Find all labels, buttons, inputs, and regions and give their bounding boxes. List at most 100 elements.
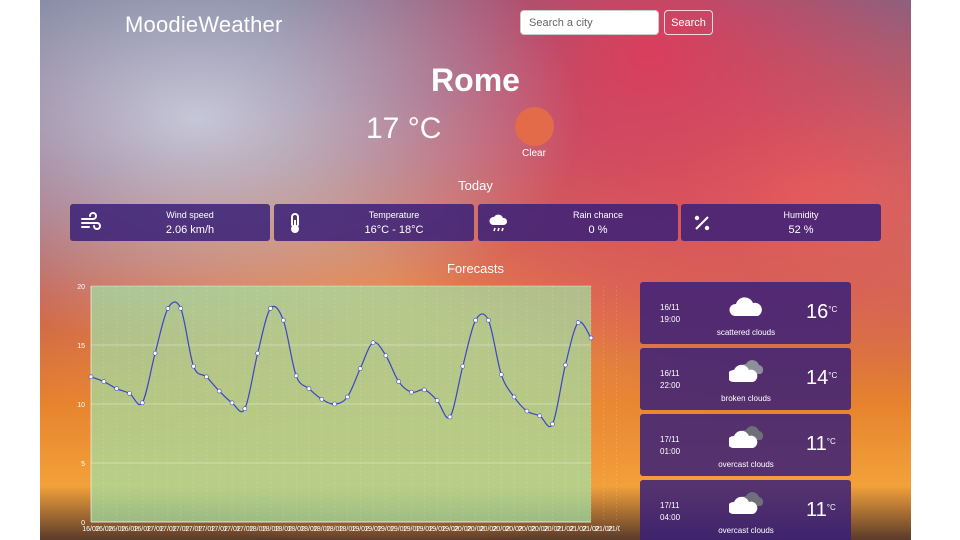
- data-point: [498, 372, 504, 377]
- forecast-temp-value: 11: [806, 499, 827, 521]
- data-point: [370, 340, 376, 345]
- forecast-temp-value: 11: [806, 433, 827, 455]
- data-point: [127, 391, 132, 396]
- forecast-datetime: 16/11 19:00: [660, 302, 680, 326]
- forecast-description: scattered clouds: [716, 328, 776, 337]
- forecast-card: 16/11 19:00 scattered clouds 16°C: [640, 282, 851, 344]
- forecast-temp-value: 14: [806, 367, 829, 389]
- data-point: [396, 379, 401, 384]
- forecast-card: 17/11 01:00 overcast clouds 11°C: [640, 414, 851, 476]
- stat-value: 16°C - 18°C: [364, 224, 424, 236]
- search-button[interactable]: Search: [664, 10, 713, 35]
- data-point: [255, 350, 260, 356]
- current-temperature: 17 °C: [366, 112, 442, 145]
- data-point: [178, 306, 184, 311]
- forecast-date: 16/11: [660, 303, 680, 312]
- stat-value: 52 %: [788, 224, 814, 236]
- forecast-time: 01:00: [660, 447, 681, 456]
- forecast-temp-unit: °C: [828, 371, 838, 380]
- thermometer-icon: [291, 213, 299, 233]
- data-point: [460, 363, 466, 369]
- app-window: MoodieWeather Search Rome 17 °C Clear To…: [40, 0, 911, 540]
- city-name: Rome: [431, 62, 520, 98]
- data-point: [511, 394, 517, 400]
- data-point: [434, 398, 440, 403]
- forecast-date: 17/11: [660, 435, 680, 444]
- data-point: [588, 335, 594, 341]
- wind-icon: [81, 212, 101, 230]
- forecast-temperature: 11°C: [806, 499, 836, 522]
- stat-humidity: Humidity 52 %: [681, 204, 881, 241]
- y-tick-label: 20: [77, 284, 85, 291]
- data-point: [293, 373, 299, 378]
- data-point: [447, 414, 453, 420]
- cloud-icon: [729, 297, 762, 316]
- forecast-datetime: 16/11 22:00: [660, 368, 680, 392]
- data-point: [268, 306, 273, 311]
- overcast-clouds-icon: [729, 492, 764, 514]
- data-point: [383, 353, 389, 358]
- stat-rain-chance: Rain chance 0 %: [478, 204, 678, 241]
- broken-clouds-icon: [729, 360, 764, 382]
- forecast-temperature: 16°C: [806, 301, 837, 324]
- temperature-chart: 0510152016/0216/0216/0216/0216/0217/0217…: [77, 284, 620, 533]
- forecast-datetime: 17/11 04:00: [660, 500, 680, 524]
- data-point: [409, 389, 414, 395]
- forecast-description: broken clouds: [721, 394, 771, 403]
- data-point: [152, 350, 158, 356]
- forecast-card: 17/11 04:00 overcast clouds 11°C: [640, 480, 851, 540]
- forecast-temp-unit: °C: [826, 437, 836, 446]
- data-point: [88, 374, 94, 380]
- x-tick-label: 21/02: [608, 526, 620, 533]
- forecast-temperature: 14°C: [806, 367, 837, 390]
- forecast-date: 17/11: [660, 501, 680, 510]
- data-point: [357, 366, 363, 371]
- sun-icon: [515, 107, 554, 146]
- stat-label: Temperature: [368, 210, 420, 220]
- data-point: [101, 379, 107, 384]
- forecast-description: overcast clouds: [718, 526, 774, 535]
- search-input[interactable]: [520, 10, 659, 35]
- stat-wind-speed: Wind speed 2.06 km/h: [70, 204, 270, 241]
- rain-cloud-icon: [489, 214, 508, 232]
- stat-label: Humidity: [783, 210, 819, 220]
- data-point: [114, 386, 119, 391]
- data-point: [319, 396, 325, 402]
- data-point: [216, 388, 222, 394]
- condition-label: Clear: [522, 148, 546, 159]
- data-point: [345, 394, 350, 400]
- forecast-time: 04:00: [660, 513, 681, 522]
- data-point: [473, 317, 478, 323]
- y-tick-label: 5: [81, 461, 85, 468]
- data-point: [550, 421, 555, 427]
- data-point: [486, 317, 491, 323]
- data-point: [563, 362, 568, 368]
- data-point: [422, 387, 427, 393]
- forecast-temperature: 11°C: [806, 433, 836, 456]
- data-point: [229, 400, 235, 406]
- data-point: [165, 306, 171, 311]
- forecast-datetime: 17/11 01:00: [660, 434, 680, 458]
- forecast-time: 22:00: [660, 381, 681, 390]
- data-point: [306, 386, 312, 391]
- stat-value: 2.06 km/h: [165, 224, 215, 236]
- data-point: [191, 363, 196, 369]
- forecast-time: 19:00: [660, 315, 681, 324]
- data-point: [139, 400, 145, 406]
- data-point: [204, 374, 209, 380]
- forecast-card: 16/11 22:00 broken clouds 14°C: [640, 348, 851, 410]
- today-title: Today: [458, 178, 493, 193]
- data-point: [281, 317, 286, 323]
- y-tick-label: 10: [77, 402, 85, 409]
- forecasts-title: Forecasts: [446, 261, 505, 276]
- y-tick-label: 15: [77, 343, 85, 350]
- stat-label: Rain chance: [572, 210, 624, 220]
- forecast-temp-unit: °C: [826, 503, 836, 512]
- forecast-temp-value: 16: [806, 301, 829, 323]
- data-point: [242, 406, 248, 412]
- overcast-clouds-icon: [729, 426, 764, 448]
- stat-label: Wind speed: [166, 210, 214, 220]
- data-point: [332, 401, 337, 407]
- percent-icon: [694, 215, 710, 231]
- data-point: [524, 408, 530, 414]
